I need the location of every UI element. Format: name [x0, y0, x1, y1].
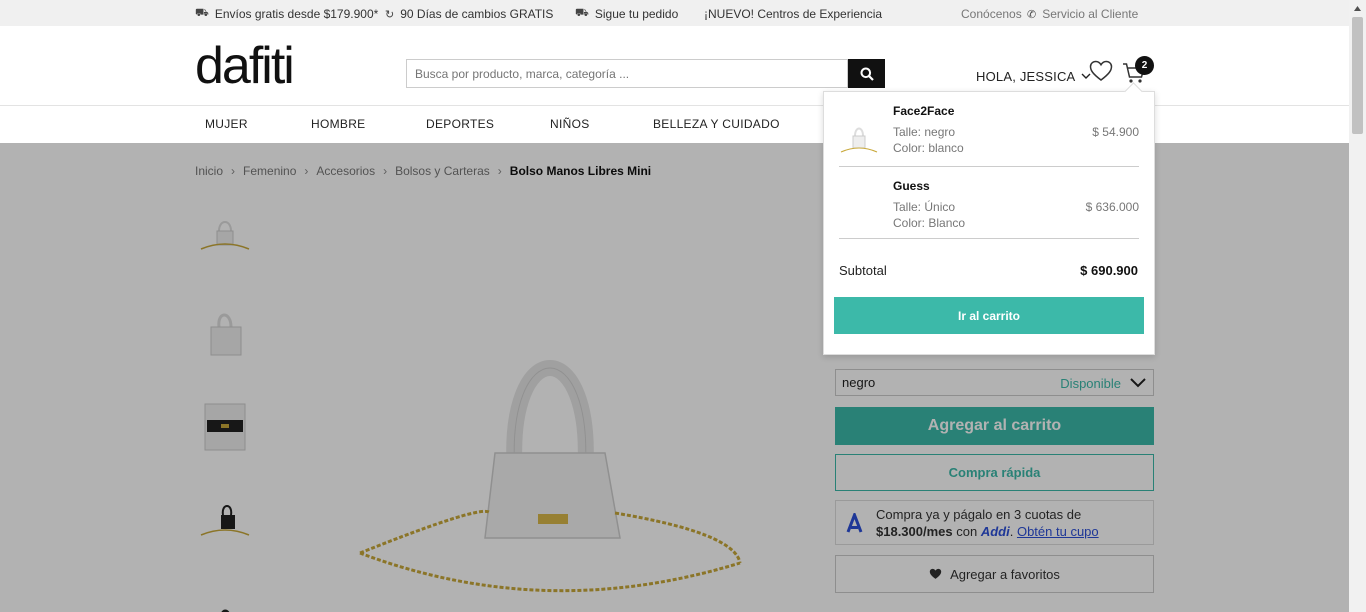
cart-item-price: $ 54.900: [1092, 125, 1139, 139]
scrollbar-thumb[interactable]: [1352, 17, 1363, 134]
track-order-link[interactable]: ⛟ Sigue tu pedido: [575, 7, 678, 21]
handbag-image: [840, 127, 878, 153]
about-link[interactable]: Conócenos: [961, 7, 1022, 21]
returns-notice[interactable]: ↻ 90 Días de cambios GRATIS: [385, 7, 553, 21]
search-input[interactable]: [406, 59, 848, 88]
refresh-icon: ↻: [385, 8, 395, 21]
free-shipping-text: Envíos gratis desde $179.900*: [214, 7, 379, 21]
wishlist-button[interactable]: [1089, 60, 1113, 87]
subtotal-value: $ 690.900: [1080, 263, 1138, 278]
subtotal-label: Subtotal: [839, 263, 887, 278]
track-order-text: Sigue tu pedido: [594, 7, 679, 21]
customer-service-text: Servicio al Cliente: [1042, 7, 1139, 21]
search-icon: [860, 67, 874, 81]
cart-count-badge: 2: [1135, 56, 1154, 75]
returns-text: 90 Días de cambios GRATIS: [400, 7, 554, 21]
cart-item-color: Color: blanco: [893, 141, 964, 155]
top-info-bar: ⛟ Envíos gratis desde $179.900* ↻ 90 Día…: [0, 0, 1349, 26]
search-button[interactable]: [848, 59, 885, 88]
cart-dropdown: Face2Face Talle: negro Color: blanco $ 5…: [823, 91, 1155, 355]
truck-icon: ⛟: [195, 7, 209, 19]
heart-icon: [1089, 60, 1113, 81]
divider: [839, 166, 1139, 167]
scroll-up-arrow-icon[interactable]: [1349, 0, 1366, 17]
experience-centers-text: ¡NUEVO! Centros de Experiencia: [704, 7, 883, 21]
truck-icon: ⛟: [575, 7, 589, 19]
nav-item-belleza[interactable]: BELLEZA Y CUIDADO: [653, 117, 780, 131]
free-shipping-notice[interactable]: ⛟ Envíos gratis desde $179.900*: [195, 7, 378, 21]
dafiti-logo[interactable]: dafiti: [195, 40, 295, 92]
page-scrollbar[interactable]: [1349, 0, 1366, 612]
nav-item-ninos[interactable]: NIÑOS: [550, 117, 590, 131]
cart-item-price: $ 636.000: [1085, 200, 1139, 214]
customer-service-link[interactable]: ✆ Servicio al Cliente: [1027, 7, 1138, 21]
nav-item-deportes[interactable]: DEPORTES: [426, 117, 494, 131]
nav-item-mujer[interactable]: MUJER: [205, 117, 248, 131]
greeting-text: HOLA, JESSICA: [976, 69, 1076, 84]
cart-item-brand: Face2Face: [893, 104, 955, 118]
account-menu[interactable]: HOLA, JESSICA: [976, 69, 1091, 84]
phone-icon: ✆: [1027, 8, 1037, 21]
about-text: Conócenos: [961, 7, 1022, 21]
cart-item-brand: Guess: [893, 179, 930, 193]
cart-item-color: Color: Blanco: [893, 216, 966, 230]
go-to-cart-button[interactable]: Ir al carrito: [834, 297, 1144, 334]
nav-item-hombre[interactable]: HOMBRE: [311, 117, 365, 131]
cart-item-size: Talle: negro: [893, 125, 956, 139]
experience-centers-link[interactable]: ¡NUEVO! Centros de Experiencia: [704, 7, 882, 21]
cart-item-size: Talle: Único: [893, 200, 956, 214]
divider: [839, 238, 1139, 239]
